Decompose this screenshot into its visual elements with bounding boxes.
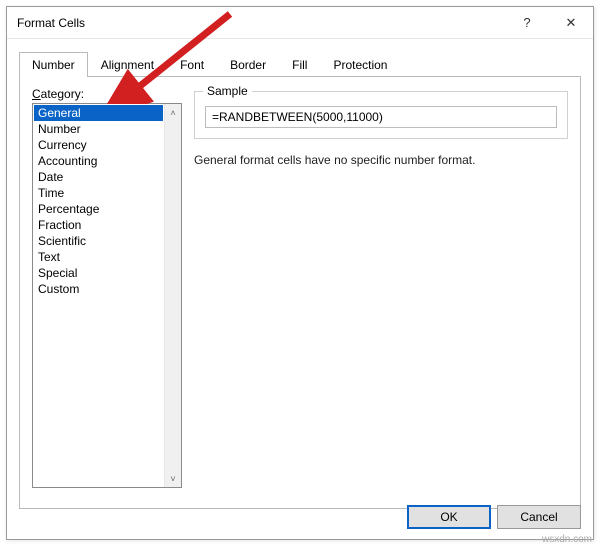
dialog-title: Format Cells — [7, 16, 505, 30]
category-item-date[interactable]: Date — [34, 169, 163, 185]
category-item-general[interactable]: General — [34, 105, 163, 121]
category-item-currency[interactable]: Currency — [34, 137, 163, 153]
scroll-up-icon[interactable]: ˄ — [165, 104, 181, 121]
tab-container: Number Alignment Font Border Fill Protec… — [7, 39, 593, 509]
scroll-down-icon[interactable]: ˅ — [165, 470, 181, 487]
tab-font[interactable]: Font — [167, 52, 217, 77]
close-button[interactable]: ✕ — [549, 7, 593, 39]
format-cells-dialog: Format Cells ? ✕ Number Alignment Font B… — [6, 6, 594, 540]
tabstrip: Number Alignment Font Border Fill Protec… — [19, 51, 581, 77]
tab-fill[interactable]: Fill — [279, 52, 320, 77]
format-description: General format cells have no specific nu… — [194, 153, 568, 167]
category-item-text[interactable]: Text — [34, 249, 163, 265]
category-items: General Number Currency Accounting Date … — [33, 104, 164, 487]
category-item-special[interactable]: Special — [34, 265, 163, 281]
ok-button[interactable]: OK — [407, 505, 491, 529]
titlebar: Format Cells ? ✕ — [7, 7, 593, 39]
category-item-fraction[interactable]: Fraction — [34, 217, 163, 233]
sample-value: =RANDBETWEEN(5000,11000) — [205, 106, 557, 128]
category-item-custom[interactable]: Custom — [34, 281, 163, 297]
tab-number[interactable]: Number — [19, 52, 88, 77]
tab-pane-number: Category: General Number Currency Accoun… — [19, 77, 581, 509]
category-item-time[interactable]: Time — [34, 185, 163, 201]
category-item-percentage[interactable]: Percentage — [34, 201, 163, 217]
tab-protection[interactable]: Protection — [320, 52, 400, 77]
category-label: Category: — [32, 87, 182, 101]
category-scrollbar[interactable]: ˄ ˅ — [164, 104, 181, 487]
help-button[interactable]: ? — [505, 7, 549, 39]
category-item-number[interactable]: Number — [34, 121, 163, 137]
sample-groupbox: Sample =RANDBETWEEN(5000,11000) — [194, 91, 568, 139]
tab-border[interactable]: Border — [217, 52, 279, 77]
cancel-button[interactable]: Cancel — [497, 505, 581, 529]
dialog-buttons: OK Cancel — [407, 505, 581, 529]
category-item-accounting[interactable]: Accounting — [34, 153, 163, 169]
category-listbox[interactable]: General Number Currency Accounting Date … — [32, 103, 182, 488]
watermark: wsxdn.com — [542, 534, 592, 545]
close-icon: ✕ — [566, 15, 577, 31]
tab-alignment[interactable]: Alignment — [88, 52, 167, 77]
category-item-scientific[interactable]: Scientific — [34, 233, 163, 249]
right-panel: Sample =RANDBETWEEN(5000,11000) General … — [194, 87, 568, 488]
help-icon: ? — [523, 15, 530, 30]
sample-legend: Sample — [203, 84, 252, 98]
